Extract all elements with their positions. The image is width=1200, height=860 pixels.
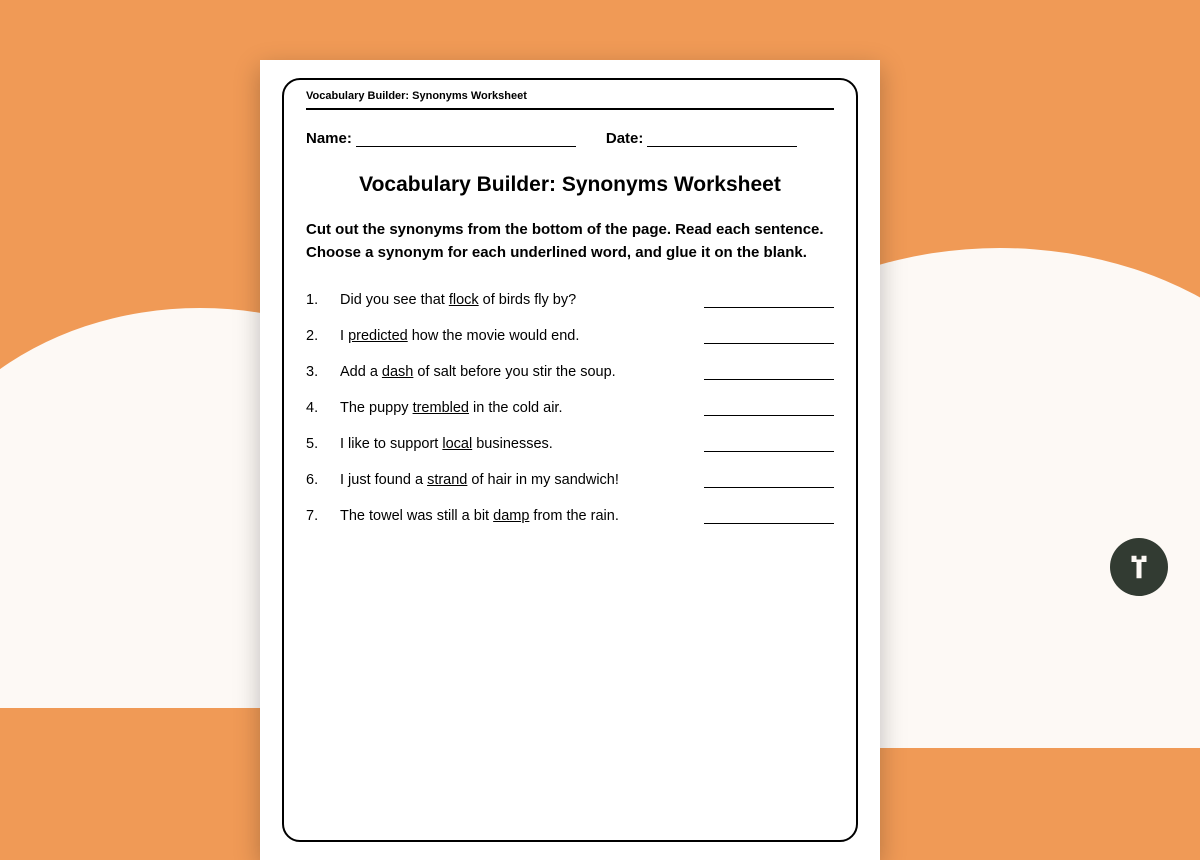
underlined-word: local xyxy=(442,436,472,452)
worksheet-item: 3.Add a dash of salt before you stir the… xyxy=(306,364,834,380)
item-sentence: I just found a strand of hair in my sand… xyxy=(340,472,619,488)
instructions-text: Cut out the synonyms from the bottom of … xyxy=(306,219,834,264)
underlined-word: trembled xyxy=(413,400,469,416)
answer-blank-line xyxy=(704,296,834,308)
item-number: 2. xyxy=(306,328,340,344)
worksheet-item: 6.I just found a strand of hair in my sa… xyxy=(306,472,834,488)
underlined-word: flock xyxy=(449,292,479,308)
worksheet-item: 4.The puppy trembled in the cold air. xyxy=(306,400,834,416)
underlined-word: strand xyxy=(427,472,467,488)
name-field: Name: xyxy=(306,130,576,147)
item-number: 3. xyxy=(306,364,340,380)
item-sentence: Add a dash of salt before you stir the s… xyxy=(340,364,616,380)
name-label: Name: xyxy=(306,130,352,147)
answer-blank-line xyxy=(704,476,834,488)
worksheet-page: Vocabulary Builder: Synonyms Worksheet N… xyxy=(260,60,880,860)
worksheet-item: 7.The towel was still a bit damp from th… xyxy=(306,508,834,524)
item-number: 6. xyxy=(306,472,340,488)
logo-icon xyxy=(1124,552,1154,582)
underlined-word: predicted xyxy=(348,328,408,344)
item-number: 1. xyxy=(306,292,340,308)
date-label: Date: xyxy=(606,130,644,147)
worksheet-header-label: Vocabulary Builder: Synonyms Worksheet xyxy=(306,90,834,110)
answer-blank-line xyxy=(704,512,834,524)
name-date-row: Name: Date: xyxy=(306,130,834,147)
answer-blank-line xyxy=(704,368,834,380)
item-number: 7. xyxy=(306,508,340,524)
item-sentence: The towel was still a bit damp from the … xyxy=(340,508,619,524)
brand-logo xyxy=(1110,538,1168,596)
item-sentence: Did you see that flock of birds fly by? xyxy=(340,292,576,308)
date-blank-line xyxy=(647,133,797,147)
answer-blank-line xyxy=(704,332,834,344)
worksheet-item: 1.Did you see that flock of birds fly by… xyxy=(306,292,834,308)
item-number: 4. xyxy=(306,400,340,416)
worksheet-item: 2.I predicted how the movie would end. xyxy=(306,328,834,344)
name-blank-line xyxy=(356,133,576,147)
answer-blank-line xyxy=(704,404,834,416)
items-list: 1.Did you see that flock of birds fly by… xyxy=(306,292,834,524)
date-field: Date: xyxy=(606,130,798,147)
item-sentence: I like to support local businesses. xyxy=(340,436,553,452)
underlined-word: dash xyxy=(382,364,413,380)
item-sentence: The puppy trembled in the cold air. xyxy=(340,400,562,416)
worksheet-frame: Vocabulary Builder: Synonyms Worksheet N… xyxy=(282,78,858,842)
item-number: 5. xyxy=(306,436,340,452)
worksheet-title: Vocabulary Builder: Synonyms Worksheet xyxy=(306,173,834,197)
item-sentence: I predicted how the movie would end. xyxy=(340,328,579,344)
underlined-word: damp xyxy=(493,508,529,524)
answer-blank-line xyxy=(704,440,834,452)
worksheet-item: 5.I like to support local businesses. xyxy=(306,436,834,452)
